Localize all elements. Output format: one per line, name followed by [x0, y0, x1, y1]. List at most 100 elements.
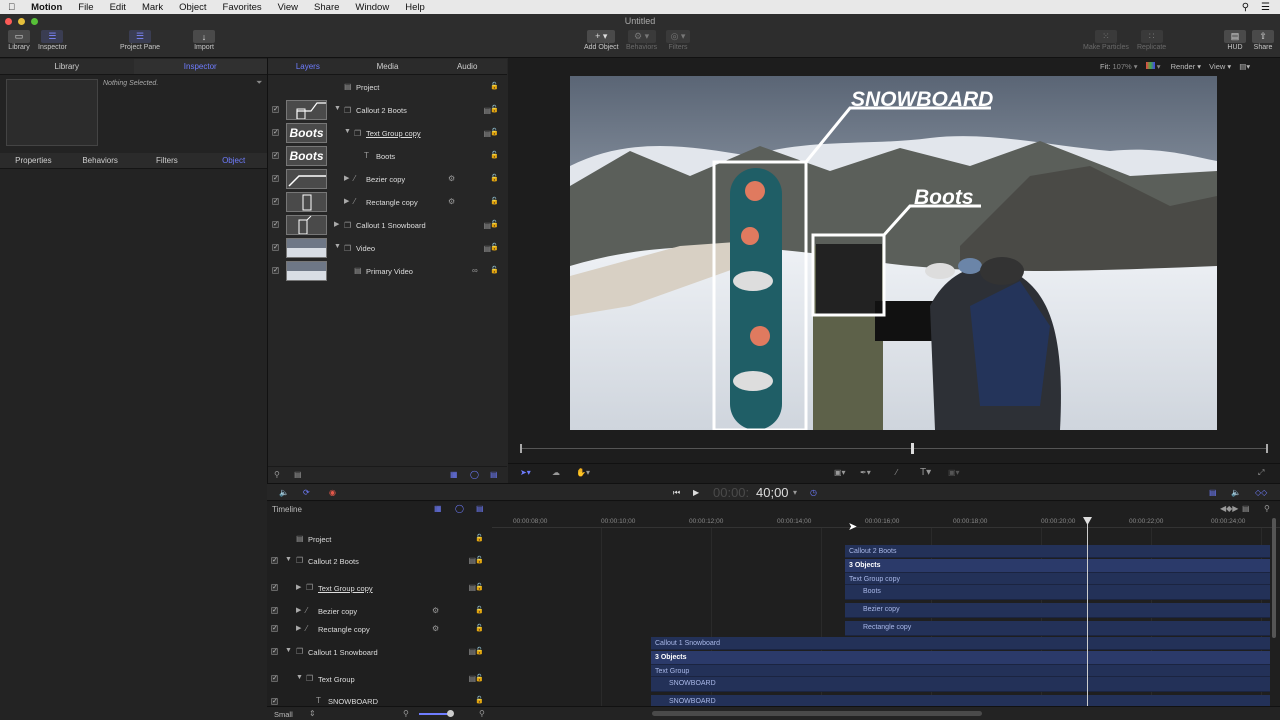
disclosure-triangle-icon[interactable]: ▶: [296, 624, 301, 632]
menu-window[interactable]: Window: [347, 2, 397, 13]
lock-icon[interactable]: 🔓: [490, 197, 499, 205]
layer-visibility-checkbox[interactable]: ✓: [272, 198, 279, 205]
tab-library[interactable]: Library: [0, 59, 134, 74]
canvas-viewer[interactable]: SNOWBOARD Boots: [570, 76, 1217, 430]
layer-visibility-checkbox[interactable]: ✓: [271, 648, 278, 655]
stepper-icon[interactable]: ⇕: [309, 709, 316, 718]
tab-properties[interactable]: Properties: [0, 153, 67, 168]
keyframe-editor-icon[interactable]: ◇◇: [1255, 488, 1267, 497]
make-particles-button[interactable]: ⁙ Make Particles: [1083, 30, 1129, 51]
disclosure-triangle-icon[interactable]: ▶: [296, 583, 301, 591]
zoom-in-icon[interactable]: ⚲: [479, 709, 485, 718]
clip-objects-count[interactable]: 3 Objects: [651, 651, 1270, 665]
timeline-row-callout-2-boots[interactable]: ✓ ▼ ❐ Callout 2 Boots ▤ 🔓: [268, 552, 492, 570]
lock-icon[interactable]: 🔓: [475, 556, 484, 564]
disclosure-triangle-icon[interactable]: ▼: [334, 105, 341, 112]
behavior-gear-icon[interactable]: ⚙: [448, 174, 455, 183]
menu-object[interactable]: Object: [171, 2, 214, 13]
fullscreen-icon[interactable]: ⤢: [1258, 468, 1264, 478]
disclosure-triangle-icon[interactable]: ▼: [296, 674, 303, 681]
timeline-row-rectangle-copy[interactable]: ✓ ▶ ⁄ Rectangle copy ⚙ 🔓: [268, 620, 492, 638]
adjust-tool-icon[interactable]: ☁: [552, 468, 560, 477]
behavior-gear-icon[interactable]: ⚙: [448, 197, 455, 206]
layer-visibility-checkbox[interactable]: ✓: [272, 244, 279, 251]
lock-icon[interactable]: 🔓: [475, 534, 484, 542]
timeline-row-callout-1-snowboard[interactable]: ✓ ▼ ❐ Callout 1 Snowboard ▤ 🔓: [268, 643, 492, 661]
behaviors-button[interactable]: ⚙ ▾ Behaviors: [626, 30, 657, 51]
show-filters-icon[interactable]: ▤: [476, 504, 484, 513]
disclosure-triangle-icon[interactable]: ▼: [285, 647, 292, 654]
lock-icon[interactable]: 🔓: [475, 624, 484, 632]
clip-rectangle-copy[interactable]: Rectangle copy: [845, 621, 1270, 636]
lock-icon[interactable]: 🔓: [490, 105, 499, 113]
show-filters-icon[interactable]: ▤: [490, 470, 498, 479]
tab-media[interactable]: Media: [348, 59, 428, 74]
zoom-dropdown[interactable]: 107%: [1113, 62, 1132, 71]
disclosure-triangle-icon[interactable]: ▼: [344, 128, 351, 135]
show-masks-icon[interactable]: ▦: [450, 470, 458, 479]
view-dropdown[interactable]: View: [1209, 62, 1225, 71]
layer-row-bezier-copy[interactable]: ✓ ▶ ⁄ Bezier copy ⚙ 🔓: [268, 168, 507, 191]
layer-row-video[interactable]: ✓ ▼ ❐ Video ▤ 🔓: [268, 237, 507, 260]
layer-visibility-checkbox[interactable]: ✓: [272, 175, 279, 182]
clip-display-icon[interactable]: ▤: [1242, 504, 1250, 513]
clip-boots[interactable]: Boots: [845, 585, 1270, 600]
menu-edit[interactable]: Edit: [102, 2, 134, 13]
hand-tool-icon[interactable]: ✋▾: [576, 468, 590, 477]
audio-icon[interactable]: 🔈: [279, 488, 289, 497]
layer-row-callout-1-snowboard[interactable]: ✓ ▶ ❐ Callout 1 Snowboard ▤ 🔓: [268, 214, 507, 237]
timeline-row-project[interactable]: ▤ Project 🔓: [268, 530, 492, 548]
layer-row-text-group-copy[interactable]: ✓ Boots ▼ ❐ Text Group copy ▤ 🔓: [268, 122, 507, 145]
timeline-row-text-group-copy[interactable]: ✓ ▶ ❐ Text Group copy ▤ 🔓: [268, 579, 492, 597]
disclosure-triangle-icon[interactable]: ▶: [344, 197, 349, 205]
apple-icon[interactable]: : [0, 2, 23, 13]
horizontal-scrollbar[interactable]: [652, 711, 982, 716]
layer-visibility-checkbox[interactable]: ✓: [272, 267, 279, 274]
show-behaviors-icon[interactable]: ◯: [455, 504, 464, 513]
layout-icon[interactable]: ▤▾: [1239, 62, 1250, 71]
keyframe-nav-icon[interactable]: ◀◆▶: [1220, 504, 1238, 513]
layer-visibility-checkbox[interactable]: ✓: [271, 607, 278, 614]
lock-icon[interactable]: 🔓: [475, 583, 484, 591]
layer-visibility-checkbox[interactable]: ✓: [272, 129, 279, 136]
menu-mark[interactable]: Mark: [134, 2, 171, 13]
show-masks-icon[interactable]: ▦: [434, 504, 442, 513]
import-button[interactable]: ↓ Import: [193, 30, 215, 51]
lock-icon[interactable]: 🔓: [490, 220, 499, 228]
timeline-row-snowboard[interactable]: ✓ T SNOWBOARD 🔓: [268, 693, 492, 705]
bezier-tool-icon[interactable]: ✒▾: [860, 468, 871, 477]
tab-inspector[interactable]: Inspector: [133, 59, 267, 74]
in-point-marker[interactable]: [520, 444, 522, 453]
menu-file[interactable]: File: [70, 2, 101, 13]
search-icon[interactable]: ⚲: [274, 470, 280, 479]
play-icon[interactable]: ▶: [693, 488, 699, 497]
layer-visibility-checkbox[interactable]: ✓: [271, 675, 278, 682]
layer-row-callout-2-boots[interactable]: ✓ ▼ ❐ Callout 2 Boots ▤ 🔓: [268, 99, 507, 122]
clip-snowboard[interactable]: SNOWBOARD: [651, 677, 1270, 692]
vertical-scrollbar[interactable]: [1272, 518, 1276, 638]
inspector-button[interactable]: ☰ Inspector: [38, 30, 67, 51]
add-group-icon[interactable]: ▤: [294, 470, 302, 479]
menu-favorites[interactable]: Favorites: [215, 2, 270, 13]
layer-row-project[interactable]: ▤ Project 🔓: [268, 76, 507, 98]
pin-icon[interactable]: ⏷: [256, 78, 262, 88]
disclosure-triangle-icon[interactable]: ▶: [334, 220, 339, 228]
menu-help[interactable]: Help: [397, 2, 433, 13]
lock-icon[interactable]: 🔓: [490, 243, 499, 251]
loop-icon[interactable]: ⟳: [303, 488, 310, 497]
text-tool-icon[interactable]: T▾: [920, 467, 931, 478]
clock-icon[interactable]: ◷: [810, 488, 817, 497]
layer-row-boots[interactable]: ✓ Boots T Boots 🔓: [268, 145, 507, 168]
tab-layers[interactable]: Layers: [268, 59, 348, 74]
behavior-gear-icon[interactable]: ⚙: [432, 624, 439, 633]
track-size-dropdown[interactable]: Small: [274, 710, 293, 719]
tab-filters[interactable]: Filters: [134, 153, 201, 168]
timeline-row-text-group[interactable]: ✓ ▼ ❐ Text Group ▤ 🔓: [268, 670, 492, 688]
menu-view[interactable]: View: [270, 2, 306, 13]
audio-timeline-icon[interactable]: 🔈: [1231, 488, 1241, 497]
paint-stroke-icon[interactable]: ⁄: [896, 468, 897, 477]
hud-button[interactable]: ▤ HUD: [1224, 30, 1246, 51]
disclosure-triangle-icon[interactable]: ▶: [344, 174, 349, 182]
menu-app[interactable]: Motion: [23, 2, 70, 13]
clip-callout-1-snowboard[interactable]: Callout 1 Snowboard: [651, 637, 1270, 650]
